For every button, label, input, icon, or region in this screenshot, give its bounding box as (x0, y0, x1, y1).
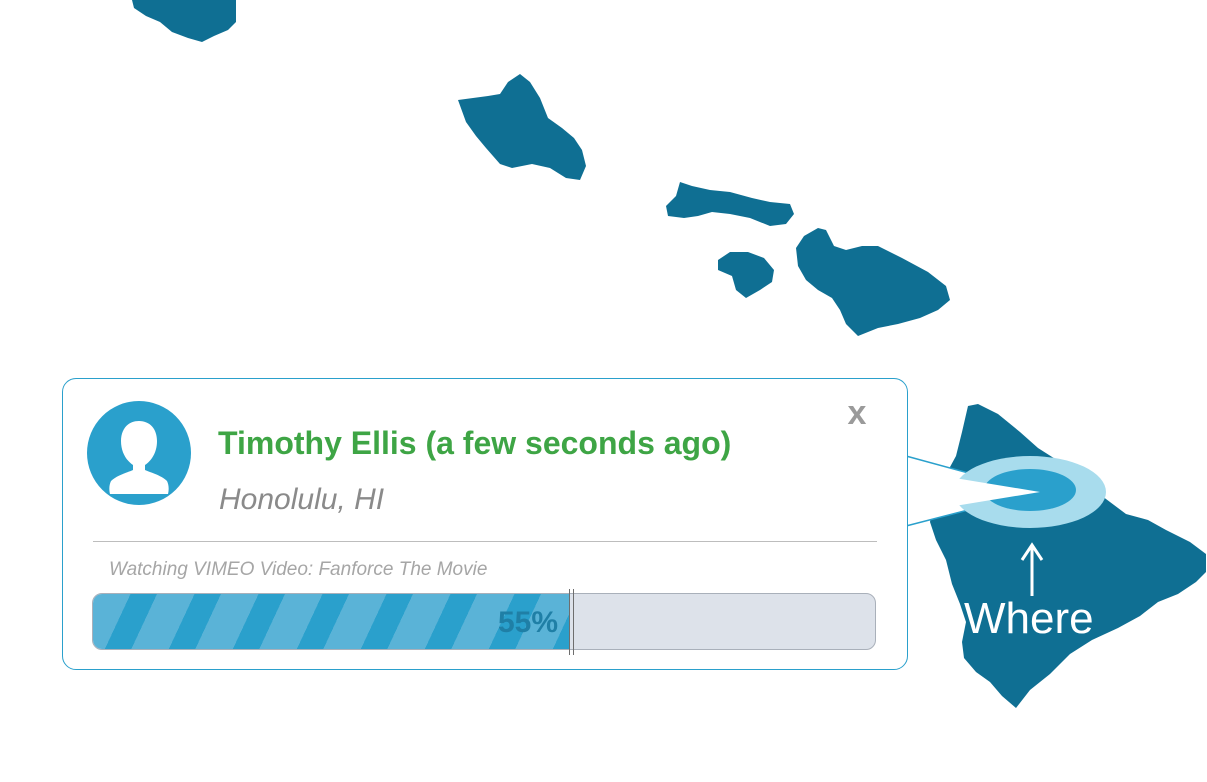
watch-progress-bar: 55% (92, 593, 876, 650)
progress-fill: 55% (93, 594, 571, 649)
playhead-marker[interactable] (569, 589, 575, 655)
island-lanai (718, 252, 774, 298)
island-molokai (666, 182, 794, 226)
island-maui (796, 228, 950, 336)
visitor-popup-card: Timothy Ellis (a few seconds ago) Honolu… (62, 378, 908, 670)
close-button[interactable]: x (841, 395, 873, 431)
island-big-island (930, 404, 1206, 708)
progress-percent: 55% (497, 606, 559, 639)
activity-text: Watching VIMEO Video: Fanforce The Movie (109, 559, 488, 580)
where-label: Where (964, 594, 1094, 643)
island-oahu (458, 74, 586, 180)
divider (93, 541, 877, 542)
user-silhouette-icon (87, 401, 191, 505)
visitor-location: Honolulu, HI (219, 483, 385, 516)
island-kauai (132, 0, 236, 42)
visitor-name: Timothy Ellis (a few seconds ago) (218, 425, 732, 461)
